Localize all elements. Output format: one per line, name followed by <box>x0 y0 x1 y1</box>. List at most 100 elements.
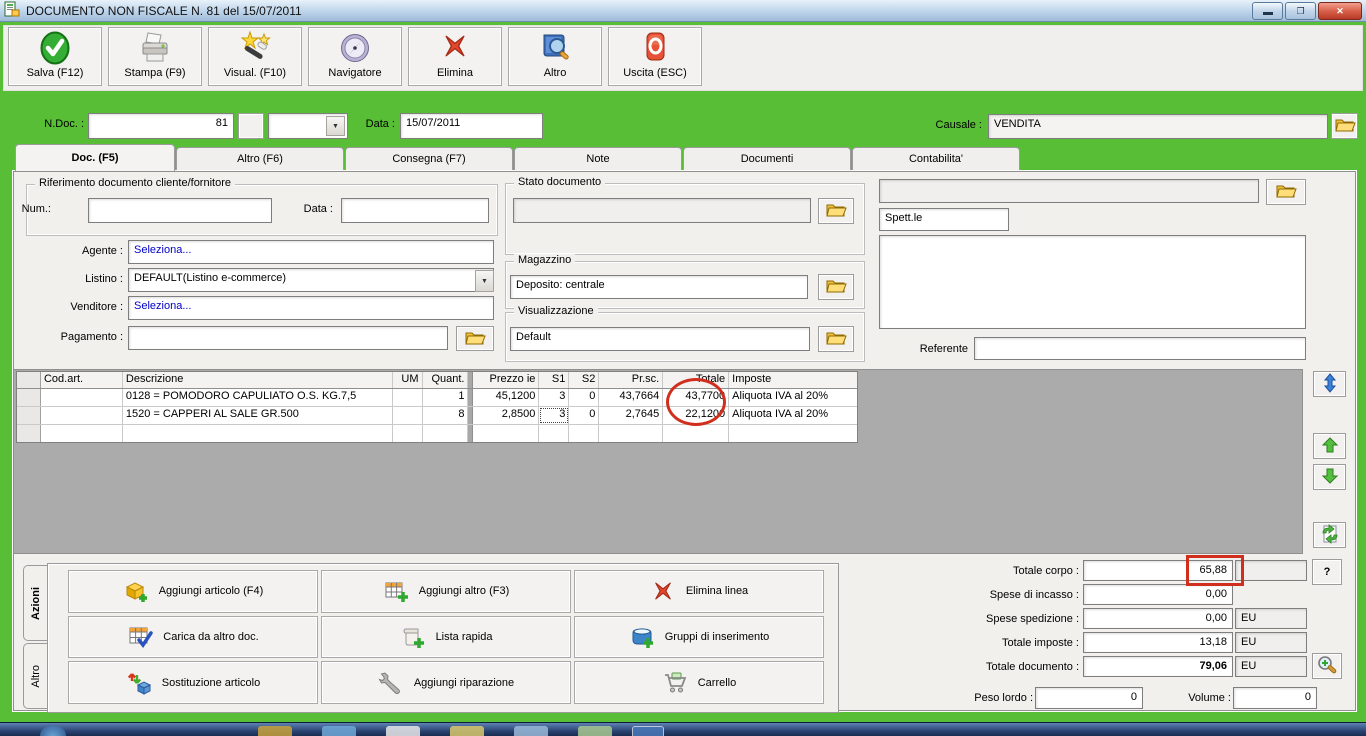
causale-folder-button[interactable] <box>1331 113 1358 139</box>
doc-type-dropdown[interactable]: ▼ <box>268 113 348 139</box>
cell-empty[interactable] <box>123 425 393 442</box>
lista-rapida-button[interactable]: Lista rapida <box>321 616 571 659</box>
cell-descrizione[interactable]: 0128 = POMODORO CAPULIATO O.S. KG.7,5 <box>123 389 393 406</box>
cell-s1-focused[interactable]: 3 <box>539 407 569 424</box>
row-down-button[interactable] <box>1313 464 1346 490</box>
cell-totale[interactable]: 43,7700 <box>663 389 729 406</box>
cell-um[interactable] <box>393 407 423 424</box>
zoom-totals-button[interactable] <box>1312 653 1342 679</box>
side-tab-altro[interactable]: Altro <box>23 643 48 709</box>
table-row[interactable]: 0128 = POMODORO CAPULIATO O.S. KG.7,5 1 … <box>17 389 857 407</box>
stato-folder-button[interactable] <box>818 198 854 224</box>
row-selector[interactable] <box>17 425 41 442</box>
cell-totale[interactable]: 22,1200 <box>663 407 729 424</box>
tab-doc[interactable]: Doc. (F5) <box>15 144 175 171</box>
tab-documenti[interactable]: Documenti <box>683 147 851 170</box>
aggiungi-riparazione-button[interactable]: Aggiungi riparazione <box>321 661 571 704</box>
tab-note[interactable]: Note <box>514 147 682 170</box>
taskbar-icon[interactable] <box>322 726 356 736</box>
cell-empty[interactable] <box>41 425 123 442</box>
cell-codart[interactable] <box>41 389 123 406</box>
elimina-linea-button[interactable]: Elimina linea <box>574 570 824 613</box>
cell-empty[interactable] <box>423 425 469 442</box>
start-button[interactable] <box>40 726 66 736</box>
cell-empty[interactable] <box>393 425 423 442</box>
restore-button[interactable]: ❐ <box>1285 2 1316 20</box>
pagamento-dropdown[interactable] <box>128 326 448 350</box>
refresh-button[interactable] <box>1313 522 1346 548</box>
venditore-input[interactable]: Seleziona... <box>128 296 494 320</box>
cell-s2[interactable]: 0 <box>569 389 599 406</box>
carrello-button[interactable]: Carrello <box>574 661 824 704</box>
cell-prsc[interactable]: 2,7645 <box>599 407 663 424</box>
cell-empty[interactable] <box>569 425 599 442</box>
taskbar-icon[interactable] <box>632 726 664 736</box>
cell-quant[interactable]: 1 <box>423 389 469 406</box>
customer-folder-button[interactable] <box>1266 179 1306 205</box>
aggiungi-articolo-button[interactable]: Aggiungi articolo (F4) <box>68 570 318 613</box>
table-row-empty[interactable] <box>17 425 857 442</box>
customer-address-textarea[interactable] <box>879 235 1306 329</box>
tab-altro[interactable]: Altro (F6) <box>176 147 344 170</box>
causale-input[interactable]: VENDITA <box>988 114 1328 139</box>
referente-input[interactable] <box>974 337 1306 360</box>
cell-quant[interactable]: 8 <box>423 407 469 424</box>
ndoc-aux-button[interactable] <box>238 113 264 139</box>
cell-imposte[interactable]: Aliquota IVA al 20% <box>729 389 857 406</box>
tab-contabilita[interactable]: Contabilita' <box>852 147 1020 170</box>
magazzino-input[interactable]: Deposito: centrale <box>510 275 808 299</box>
cell-empty[interactable] <box>599 425 663 442</box>
listino-chevron-down-icon[interactable]: ▼ <box>475 270 494 292</box>
cell-empty[interactable] <box>473 425 539 442</box>
spese-incasso-field[interactable]: 0,00 <box>1083 584 1233 605</box>
move-row-button[interactable] <box>1313 371 1346 397</box>
cell-empty[interactable] <box>663 425 729 442</box>
help-button[interactable]: ? <box>1312 559 1342 585</box>
gruppi-di-inserimento-button[interactable]: Gruppi di inserimento <box>574 616 824 659</box>
taskbar-icon[interactable] <box>578 726 612 736</box>
pagamento-folder-button[interactable] <box>456 326 494 351</box>
visualizzazione-dropdown[interactable]: Default <box>510 327 810 351</box>
taskbar-icon[interactable] <box>450 726 484 736</box>
minimize-button[interactable] <box>1252 2 1283 20</box>
magazzino-folder-button[interactable] <box>818 274 854 300</box>
cell-codart[interactable] <box>41 407 123 424</box>
cell-um[interactable] <box>393 389 423 406</box>
salutation-input[interactable]: Spett.le <box>879 208 1009 231</box>
volume-field[interactable]: 0 <box>1233 687 1317 709</box>
uscita-button[interactable]: Uscita (ESC) <box>608 27 702 86</box>
row-selector[interactable] <box>17 389 41 406</box>
row-up-button[interactable] <box>1313 433 1346 459</box>
side-tab-azioni[interactable]: Azioni <box>23 565 48 641</box>
carica-da-altro-doc-button[interactable]: Carica da altro doc. <box>68 616 318 659</box>
visual-button[interactable]: Visual. (F10) <box>208 27 302 86</box>
salva-button[interactable]: Salva (F12) <box>8 27 102 86</box>
cell-s2[interactable]: 0 <box>569 407 599 424</box>
altro-button[interactable]: Altro <box>508 27 602 86</box>
close-button[interactable]: ✕ <box>1318 2 1362 20</box>
taskbar-icon[interactable] <box>258 726 292 736</box>
ref-data-input[interactable] <box>341 198 489 223</box>
tab-consegna[interactable]: Consegna (F7) <box>345 147 513 170</box>
listino-dropdown[interactable]: DEFAULT(Listino e-commerce) <box>128 268 494 292</box>
cell-imposte[interactable]: Aliquota IVA al 20% <box>729 407 857 424</box>
spese-spedizione-field[interactable]: 0,00 <box>1083 608 1233 629</box>
stampa-button[interactable]: Stampa (F9) <box>108 27 202 86</box>
agente-input[interactable]: Seleziona... <box>128 240 494 264</box>
sostituzione-articolo-button[interactable]: Sostituzione articolo <box>68 661 318 704</box>
date-input[interactable]: 15/07/2011 <box>400 113 543 139</box>
cell-prezzo[interactable]: 45,1200 <box>473 389 539 406</box>
elimina-button[interactable]: Elimina <box>408 27 502 86</box>
cell-s1[interactable]: 3 <box>539 389 569 406</box>
ndoc-input[interactable]: 81 <box>88 113 234 139</box>
row-selector[interactable] <box>17 407 41 424</box>
cell-descrizione[interactable]: 1520 = CAPPERI AL SALE GR.500 <box>123 407 393 424</box>
cell-prezzo[interactable]: 2,8500 <box>473 407 539 424</box>
table-row[interactable]: 1520 = CAPPERI AL SALE GR.500 8 2,8500 3… <box>17 407 857 425</box>
cell-empty[interactable] <box>729 425 857 442</box>
chevron-down-icon[interactable]: ▼ <box>326 116 345 136</box>
cell-empty[interactable] <box>539 425 569 442</box>
cell-prsc[interactable]: 43,7664 <box>599 389 663 406</box>
taskbar-icon[interactable] <box>514 726 548 736</box>
taskbar-icon[interactable] <box>386 726 420 736</box>
